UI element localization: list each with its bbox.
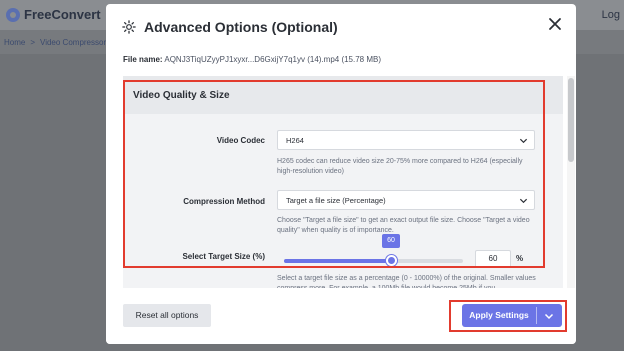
logo-text: FreeConvert bbox=[24, 7, 101, 22]
logo-icon bbox=[6, 7, 20, 22]
scrollbar-thumb[interactable] bbox=[568, 78, 574, 162]
highlight-box-apply-button bbox=[449, 300, 567, 332]
file-name-value: AQNJ3TiqUZyyPJ1xyxr...D6GxijY7q1yv (14).… bbox=[164, 55, 382, 64]
reset-options-button[interactable]: Reset all options bbox=[123, 304, 211, 327]
breadcrumb: Home > Video Compressor bbox=[4, 38, 106, 47]
modal-title: Advanced Options (Optional) bbox=[144, 19, 338, 35]
target-size-hint: Select a target file size as a percentag… bbox=[277, 275, 536, 288]
highlight-box-quality-section bbox=[123, 80, 545, 268]
file-name-label: File name: bbox=[123, 55, 163, 64]
site-logo[interactable]: FreeConvert bbox=[6, 7, 101, 22]
scrollbar[interactable] bbox=[567, 76, 575, 288]
file-name-line: File name: AQNJ3TiqUZyyPJ1xyxr...D6GxijY… bbox=[123, 55, 381, 64]
breadcrumb-separator: > bbox=[30, 38, 36, 47]
modal-header: Advanced Options (Optional) bbox=[106, 4, 576, 50]
gear-icon bbox=[122, 20, 136, 34]
login-link[interactable]: Log bbox=[602, 9, 620, 21]
close-icon[interactable] bbox=[548, 17, 562, 31]
breadcrumb-current[interactable]: Video Compressor bbox=[40, 38, 106, 47]
breadcrumb-home[interactable]: Home bbox=[4, 38, 25, 47]
